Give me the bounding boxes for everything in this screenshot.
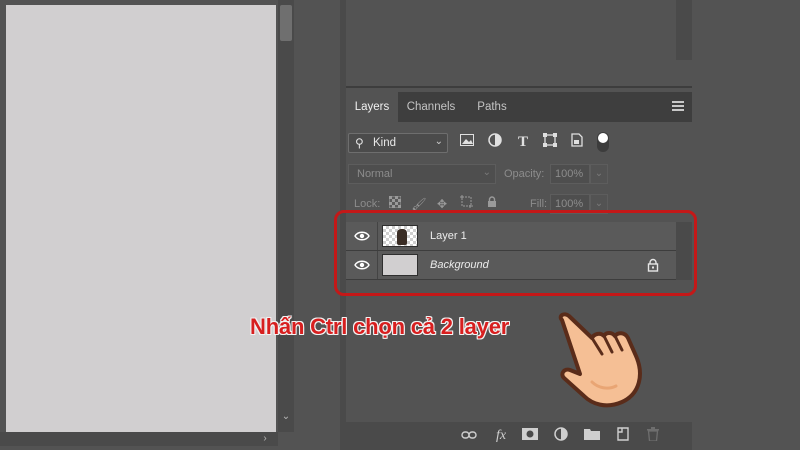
filter-kind-label: Kind <box>373 137 397 149</box>
new-layer-icon[interactable] <box>614 427 632 445</box>
document-canvas[interactable] <box>6 5 276 432</box>
fill-label: Fill: <box>530 198 548 210</box>
pointing-hand-icon <box>558 312 642 408</box>
blend-mode-label: Normal <box>357 168 393 180</box>
blend-mode-select[interactable]: Normal ⌄ <box>348 164 496 184</box>
add-mask-icon[interactable] <box>521 427 539 445</box>
opacity-dropdown-icon[interactable]: ⌄ <box>590 164 608 184</box>
upper-panel-scrollbar[interactable] <box>676 0 692 60</box>
lock-label: Lock: <box>354 198 381 210</box>
filter-toggle[interactable] <box>597 132 609 152</box>
link-layers-icon[interactable] <box>460 427 478 445</box>
fx-effects-icon[interactable]: fx <box>492 427 510 445</box>
panel-tab-bar: Layers Channels Paths <box>346 92 692 122</box>
scroll-down-icon[interactable]: ⌄ <box>280 410 292 424</box>
pixel-filter-icon[interactable] <box>458 133 476 151</box>
panel-menu-icon[interactable] <box>672 101 684 111</box>
selection-highlight <box>334 210 697 296</box>
delete-trash-icon[interactable] <box>644 427 662 445</box>
scroll-right-icon[interactable]: › <box>258 432 272 446</box>
filter-kind-select[interactable]: ⚲ Kind ⌄ <box>348 133 448 153</box>
vertical-scroll-thumb[interactable] <box>280 5 292 41</box>
new-group-folder-icon[interactable] <box>583 427 601 445</box>
tab-channels[interactable]: Channels <box>398 92 464 122</box>
shape-filter-icon[interactable] <box>541 133 559 151</box>
type-filter-icon[interactable]: T <box>514 133 532 151</box>
layers-bottom-toolbar: fx <box>346 422 692 450</box>
chevron-down-icon: ⌄ <box>482 167 491 178</box>
adjustment-filter-icon[interactable] <box>486 133 504 151</box>
search-icon: ⚲ <box>355 136 364 150</box>
canvas-area: ⌄ › <box>0 0 296 450</box>
annotation-caption: Nhấn Ctrl chọn cả 2 layer <box>250 314 510 339</box>
smart-object-filter-icon[interactable] <box>568 133 586 151</box>
opacity-label: Opacity: <box>504 168 545 180</box>
adjustment-layer-icon[interactable] <box>552 427 570 445</box>
tab-layers[interactable]: Layers <box>346 92 398 122</box>
upper-panel <box>346 0 692 88</box>
horizontal-scrollbar[interactable]: › <box>0 432 278 446</box>
opacity-input[interactable]: 100% <box>550 164 590 184</box>
layer-filter-row: ⚲ Kind ⌄ T <box>346 130 692 154</box>
vertical-scrollbar[interactable]: ⌄ <box>278 0 294 432</box>
filter-toggle-knob <box>598 133 608 143</box>
chevron-down-icon: ⌄ <box>434 136 443 147</box>
blend-row: Normal ⌄ Opacity: 100% ⌄ <box>346 164 692 186</box>
tab-paths[interactable]: Paths <box>464 92 520 122</box>
